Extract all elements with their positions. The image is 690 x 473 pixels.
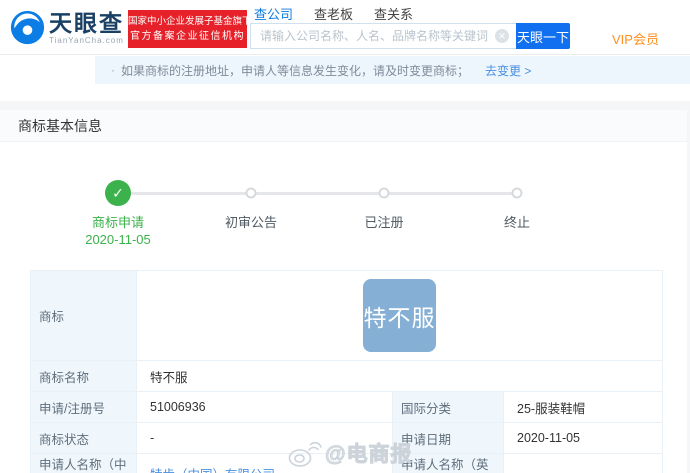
- row-label: 国际分类: [392, 391, 504, 423]
- row-label: 商标: [30, 270, 137, 361]
- step-circle-icon: [245, 187, 257, 199]
- notice-bullet: ·: [111, 63, 115, 77]
- search-input[interactable]: [250, 23, 516, 49]
- gov-badge-line1: 国家中小企业发展子基金旗下: [128, 16, 252, 27]
- table-row: 申请/注册号 51006936 国际分类 25-服装鞋帽: [30, 391, 664, 423]
- applicant-company-link[interactable]: 特步（中国）有限公司: [150, 468, 275, 473]
- step-registered: 已注册: [319, 142, 449, 260]
- trademark-status-value: -: [136, 422, 393, 454]
- registration-number-value: 51006936: [136, 391, 393, 423]
- gov-certification-badge: 国家中小企业发展子基金旗下 官方备案企业征信机构: [128, 10, 252, 48]
- row-label: 申请人名称（英文）: [392, 453, 504, 473]
- logo-subtitle: TianYanCha.com: [49, 36, 124, 45]
- step-terminated: 终止: [452, 142, 582, 260]
- notice-text: 如果商标的注册地址，申请人等信息发生变化，请及时变更商标；: [121, 63, 470, 78]
- applicant-en-value: -: [502, 453, 664, 473]
- tianyancha-logo[interactable]: 天眼查 TianYanCha.com: [10, 10, 124, 45]
- trademark-image-cell: 特不服: [135, 270, 664, 361]
- trademark-image[interactable]: 特不服: [363, 279, 436, 352]
- step-label: 已注册: [364, 215, 404, 230]
- logo-text: 天眼查 TianYanCha.com: [49, 10, 124, 45]
- row-label: 申请/注册号: [30, 391, 137, 423]
- step-circle-icon: [378, 187, 390, 199]
- logo-title: 天眼查: [49, 10, 124, 36]
- step-date: 2020-11-05: [85, 232, 151, 247]
- step-application: ✓ 商标申请 2020-11-05: [53, 142, 183, 260]
- step-circle-icon: [511, 187, 523, 199]
- check-icon: ✓: [105, 180, 131, 206]
- trademark-info-table: 商标 特不服 商标名称 特不服 申请/注册号 51006936 国际分类 25-…: [30, 270, 664, 473]
- trademark-name-value: 特不服: [135, 360, 664, 392]
- table-row: 商标名称 特不服: [30, 360, 664, 392]
- table-row: 商标状态 - 申请日期 2020-11-05: [30, 422, 664, 454]
- application-date-value: 2020-11-05: [502, 422, 664, 454]
- section-title: 商标基本信息: [0, 110, 687, 142]
- trademark-change-notice: · 如果商标的注册地址，申请人等信息发生变化，请及时变更商标； 去变更 >: [95, 56, 690, 84]
- top-header: 天眼查 TianYanCha.com 国家中小企业发展子基金旗下 官方备案企业征…: [0, 0, 690, 55]
- gov-badge-line2: 官方备案企业征信机构: [130, 31, 245, 42]
- row-label: 商标名称: [30, 360, 137, 392]
- step-label: 终止: [503, 215, 530, 230]
- intl-class-value: 25-服装鞋帽: [502, 391, 664, 423]
- search-box: ✕: [250, 23, 516, 49]
- step-preliminary-announcement: 初审公告: [186, 142, 316, 260]
- search-button[interactable]: 天眼一下: [516, 23, 570, 49]
- tianyancha-logo-icon: [10, 10, 45, 45]
- go-change-link[interactable]: 去变更 >: [485, 62, 531, 79]
- vip-member-link[interactable]: VIP会员: [612, 29, 659, 48]
- clear-input-icon[interactable]: ✕: [495, 29, 509, 43]
- table-row: 申请人名称（中文） 特步（中国）有限公司 申请人名称（英文） -: [30, 453, 664, 473]
- trademark-info-card: 商标基本信息 ✓ 商标申请 2020-11-05 初审公告 已注册 终止 商标 …: [0, 110, 687, 473]
- step-label: 商标申请: [91, 215, 144, 230]
- row-label: 申请日期: [392, 422, 504, 454]
- row-label: 申请人名称（中文）: [30, 453, 137, 473]
- step-label: 初审公告: [224, 215, 277, 230]
- table-row: 商标 特不服: [30, 270, 664, 361]
- row-label: 商标状态: [30, 422, 137, 454]
- notice-section: · 如果商标的注册地址，申请人等信息发生变化，请及时变更商标； 去变更 >: [0, 55, 690, 101]
- trademark-progress-steps: ✓ 商标申请 2020-11-05 初审公告 已注册 终止: [0, 142, 687, 260]
